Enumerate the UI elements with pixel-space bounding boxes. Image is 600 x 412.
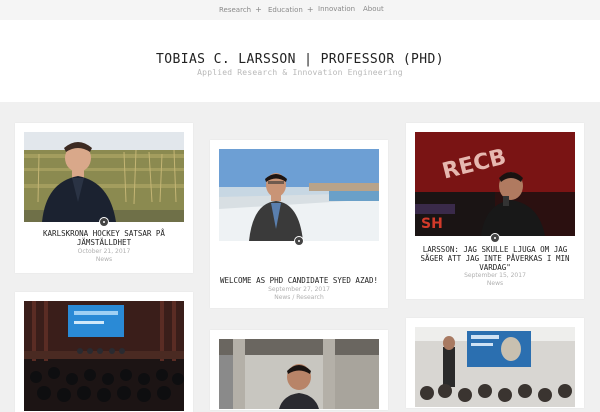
nav-item-research[interactable]: Research + bbox=[219, 5, 262, 14]
nav-label: About bbox=[363, 5, 384, 13]
post-card[interactable] bbox=[210, 330, 388, 410]
site-subtitle: Applied Research & Innovation Engineerin… bbox=[197, 68, 403, 77]
post-category[interactable]: News bbox=[415, 280, 575, 287]
svg-text:SH: SH bbox=[421, 216, 443, 232]
post-image bbox=[219, 149, 379, 241]
post-thumbnail[interactable] bbox=[415, 327, 575, 407]
site-header: TOBIAS C. LARSSON | PROFESSOR (PHD) Appl… bbox=[0, 20, 600, 102]
nav-item-innovation[interactable]: Innovation bbox=[318, 5, 355, 13]
post-image bbox=[219, 339, 379, 409]
post-format-badge-icon bbox=[294, 236, 304, 246]
post-format-badge-icon bbox=[99, 217, 109, 227]
post-card[interactable]: RECB SH LARSSON: JAG SKULLE LJUGA OM JAG… bbox=[406, 123, 584, 299]
nav-item-about[interactable]: About bbox=[363, 5, 384, 13]
post-thumbnail[interactable] bbox=[24, 301, 184, 411]
post-title[interactable]: KARLSKRONA HOCKEY SATSAR PÅ JÄMSTÄLLDHET bbox=[24, 229, 184, 247]
post-category[interactable]: News bbox=[24, 256, 184, 263]
post-image: RECB SH bbox=[415, 132, 575, 236]
post-title[interactable]: LARSSON: JAG SKULLE LJUGA OM JAG SÄGER A… bbox=[415, 245, 575, 272]
post-date: September 27, 2017 bbox=[268, 286, 330, 293]
top-navigation: Research + Education + Innovation About bbox=[0, 0, 600, 20]
post-card[interactable] bbox=[406, 318, 584, 408]
post-image bbox=[415, 327, 575, 407]
post-card[interactable]: WELCOME AS PHD CANDIDATE SYED AZAD! Sept… bbox=[210, 140, 388, 308]
post-thumbnail[interactable] bbox=[24, 132, 184, 222]
post-date: October 21, 2017 bbox=[77, 248, 131, 255]
nav-label: Education bbox=[268, 6, 303, 14]
post-category[interactable]: News / Research bbox=[219, 294, 379, 301]
post-card[interactable]: KARLSKRONA HOCKEY SATSAR PÅ JÄMSTÄLLDHET… bbox=[15, 123, 193, 273]
post-thumbnail[interactable] bbox=[219, 339, 379, 409]
plus-icon: + bbox=[306, 5, 314, 14]
post-date: September 15, 2017 bbox=[464, 272, 526, 279]
nav-label: Innovation bbox=[318, 5, 356, 13]
plus-icon: + bbox=[255, 5, 262, 14]
post-image bbox=[24, 132, 184, 222]
nav-label: Research bbox=[219, 6, 252, 14]
post-thumbnail[interactable] bbox=[219, 149, 379, 241]
site-title[interactable]: TOBIAS C. LARSSON | PROFESSOR (PHD) bbox=[0, 52, 600, 67]
nav-item-education[interactable]: Education + bbox=[268, 5, 314, 14]
post-thumbnail[interactable]: RECB SH bbox=[415, 132, 575, 236]
post-image bbox=[24, 301, 184, 411]
post-title[interactable]: WELCOME AS PHD CANDIDATE SYED AZAD! bbox=[219, 276, 379, 285]
post-card[interactable] bbox=[15, 292, 193, 412]
post-format-badge-icon bbox=[490, 233, 500, 243]
